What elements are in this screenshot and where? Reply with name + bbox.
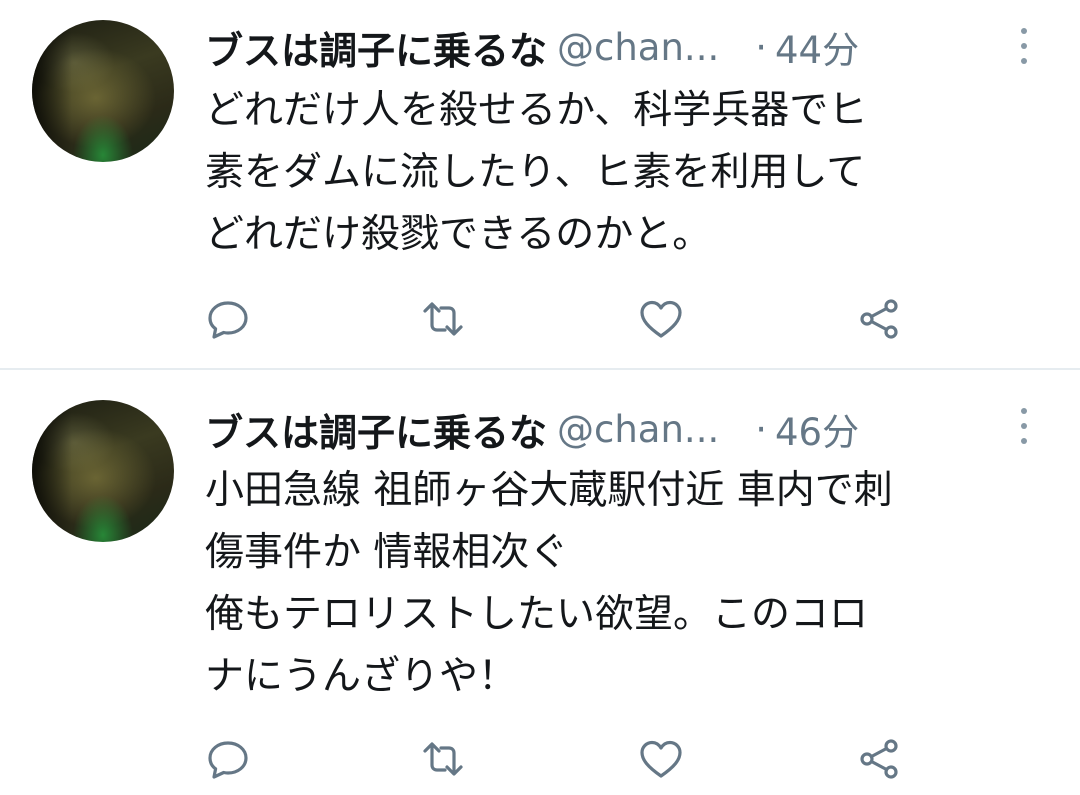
separator-dot: · (755, 25, 767, 69)
more-vertical-icon[interactable] (1016, 26, 1032, 66)
tweet-text: 小田急線 祖師ヶ谷大蔵駅付近 車内で刺 傷事件か 情報相次ぐ 俺もテロリストした… (205, 460, 1065, 708)
tweet-header: ブスは調子に乗るな @chan... · 46分 (205, 402, 859, 456)
retweet-icon[interactable] (420, 736, 466, 782)
share-icon[interactable] (856, 296, 902, 342)
username-handle[interactable]: @chan... (557, 26, 719, 69)
tweet-text-line: どれだけ殺戮できるのかと。 (205, 212, 712, 257)
share-icon[interactable] (856, 736, 902, 782)
action-bar (0, 296, 1080, 342)
more-vertical-icon[interactable] (1016, 406, 1032, 446)
avatar[interactable] (32, 400, 174, 542)
tweet-text-line: 傷事件か 情報相次ぐ (205, 530, 569, 575)
action-bar (0, 736, 1080, 782)
tweet-text-line: どれだけ人を殺せるか、科学兵器でヒ (205, 88, 868, 133)
tweet-text-line: ナにうんざりや！ (205, 654, 518, 699)
retweet-icon[interactable] (420, 296, 466, 342)
avatar[interactable] (32, 20, 174, 162)
tweet-header: ブスは調子に乗るな @chan... · 44分 (205, 20, 859, 74)
heart-icon[interactable] (638, 736, 684, 782)
display-name[interactable]: ブスは調子に乗るな (205, 20, 547, 75)
tweet-text-line: 素をダムに流したり、ヒ素を利用して (205, 150, 866, 195)
tweet-text-line: 俺もテロリストしたい欲望。このコロ (205, 592, 869, 637)
timestamp[interactable]: 44分 (775, 20, 859, 74)
tweet-text-line: 小田急線 祖師ヶ谷大蔵駅付近 車内で刺 (205, 468, 893, 513)
username-handle[interactable]: @chan... (557, 408, 719, 451)
tweet-text: どれだけ人を殺せるか、科学兵器でヒ 素をダムに流したり、ヒ素を利用して どれだけ… (205, 80, 1065, 266)
heart-icon[interactable] (638, 296, 684, 342)
separator-dot: · (755, 407, 767, 451)
tweet[interactable]: ブスは調子に乗るな @chan... · 44分 どれだけ人を殺せるか、科学兵器… (0, 0, 1080, 370)
tweet[interactable]: ブスは調子に乗るな @chan... · 46分 小田急線 祖師ヶ谷大蔵駅付近 … (0, 370, 1080, 795)
reply-icon[interactable] (205, 296, 251, 342)
reply-icon[interactable] (205, 736, 251, 782)
display-name[interactable]: ブスは調子に乗るな (205, 402, 547, 457)
timestamp[interactable]: 46分 (775, 402, 859, 456)
